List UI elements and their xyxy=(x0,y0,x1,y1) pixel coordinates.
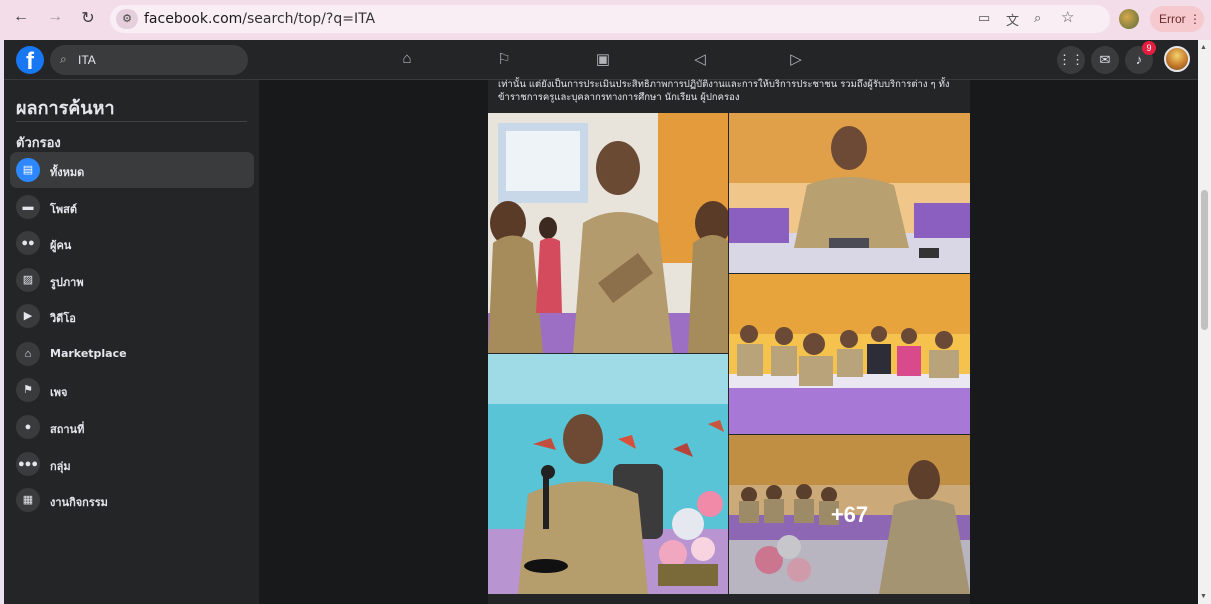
search-icon: ⌕ xyxy=(60,52,67,66)
post-photo-1[interactable] xyxy=(488,113,728,353)
more-photos-overlay[interactable]: +67 xyxy=(729,435,970,594)
browser-toolbar: ← → ↻ ⚙ facebook.com/search/top/?q=ITA ▭… xyxy=(0,0,1211,40)
sidebar-item-posts[interactable]: ▬ โพสต์ xyxy=(10,189,254,225)
search-query: ITA xyxy=(78,53,96,67)
divider xyxy=(16,121,247,122)
scrollbar-thumb[interactable] xyxy=(1201,190,1208,330)
photo-1-image xyxy=(488,113,728,353)
post-text: เท่านั้น แต่ยังเป็นการประเมินประสิทธิภาพ… xyxy=(498,79,950,103)
event-icon: ▦ xyxy=(16,488,40,512)
sidebar-item-photos[interactable]: ▨ รูปภาพ xyxy=(10,262,254,298)
sidebar-item-label: กลุ่ม xyxy=(50,460,71,473)
messenger-icon[interactable]: ✉ xyxy=(1091,46,1119,74)
browser-profile-avatar[interactable] xyxy=(1119,9,1139,29)
photo-3-image xyxy=(729,274,970,434)
site-info-icon[interactable]: ⚙ xyxy=(116,9,138,29)
photo-icon: ▨ xyxy=(16,268,40,292)
photo-2-image xyxy=(729,113,970,273)
kebab-menu-icon: ⋮ xyxy=(1189,12,1202,26)
filters-heading: ตัวกรอง xyxy=(16,136,61,151)
pages-flag-icon[interactable]: ⚐ xyxy=(494,50,514,70)
page-scrollbar[interactable]: ▲ ▼ xyxy=(1198,40,1211,604)
zoom-icon[interactable]: ⌕ xyxy=(1034,10,1041,26)
marketplace-icon: ⌂ xyxy=(16,342,40,366)
post-card: เท่านั้น แต่ยังเป็นการประเมินประสิทธิภาพ… xyxy=(488,79,970,604)
error-label: Error xyxy=(1159,12,1186,26)
marketplace-icon[interactable]: ▣ xyxy=(593,50,613,70)
post-photo-4[interactable] xyxy=(488,354,728,594)
translate-icon[interactable]: 文 xyxy=(1006,10,1019,29)
sidebar-item-marketplace[interactable]: ⌂ Marketplace xyxy=(10,336,254,372)
place-icon: ● xyxy=(16,415,40,439)
flag-icon: ⚑ xyxy=(16,378,40,402)
bookmark-star-icon[interactable]: ☆ xyxy=(1061,8,1074,26)
sidebar-item-label: งานกิจกรรม xyxy=(50,496,108,509)
people-icon: ●● xyxy=(16,231,40,255)
ads-megaphone-icon[interactable]: ◁ xyxy=(690,50,710,70)
url-path: /search/top/?q=ITA xyxy=(242,11,376,27)
error-button[interactable]: Error ⋮ xyxy=(1150,6,1204,32)
sidebar-item-pages[interactable]: ⚑ เพจ xyxy=(10,372,254,408)
page-title: ผลการค้นหา xyxy=(16,98,115,119)
sidebar-item-label: สถานที่ xyxy=(50,423,85,436)
facebook-logo-icon[interactable]: f xyxy=(16,46,44,74)
sidebar-item-label: โพสต์ xyxy=(50,203,78,216)
post-photo-5[interactable]: +67 xyxy=(729,435,970,594)
sidebar-item-label: Marketplace xyxy=(50,347,127,360)
groups-icon: ●●● xyxy=(16,452,40,476)
sidebar-item-all[interactable]: ▤ ทั้งหมด xyxy=(10,152,254,188)
cast-icon[interactable]: ▭ xyxy=(978,10,990,26)
sidebar-item-events[interactable]: ▦ งานกิจกรรม xyxy=(10,482,254,518)
sidebar-item-label: เพจ xyxy=(50,386,68,399)
reload-icon[interactable]: ↻ xyxy=(77,8,99,28)
url-text: facebook.com/search/top/?q=ITA xyxy=(144,11,375,27)
newsfeed-icon: ▤ xyxy=(16,158,40,182)
forward-icon[interactable]: → xyxy=(44,8,66,26)
scroll-up-icon[interactable]: ▲ xyxy=(1200,44,1207,51)
facebook-top-bar: f ⌕ ITA ⌂ ⚐ ▣ ◁ ▷ ⋮⋮ ✉ ♪ 9 xyxy=(4,40,1198,80)
search-sidebar: ผลการค้นหา ตัวกรอง ▤ ทั้งหมด ▬ โพสต์ ●● … xyxy=(4,80,259,604)
home-icon[interactable]: ⌂ xyxy=(397,50,417,70)
sidebar-item-label: ผู้คน xyxy=(50,239,72,252)
menu-grid-icon[interactable]: ⋮⋮ xyxy=(1057,46,1085,74)
photo-4-image xyxy=(488,354,728,594)
back-icon[interactable]: ← xyxy=(10,8,32,26)
sidebar-item-places[interactable]: ● สถานที่ xyxy=(10,409,254,445)
sidebar-item-label: วิดีโอ xyxy=(50,312,76,325)
sidebar-item-people[interactable]: ●● ผู้คน xyxy=(10,225,254,261)
account-avatar[interactable] xyxy=(1164,46,1190,72)
search-input[interactable]: ⌕ ITA xyxy=(50,45,248,75)
url-host: facebook.com xyxy=(144,11,243,27)
post-icon: ▬ xyxy=(16,195,40,219)
post-photo-3[interactable] xyxy=(729,274,970,434)
sidebar-item-groups[interactable]: ●●● กลุ่ม xyxy=(10,446,254,482)
scroll-down-icon[interactable]: ▼ xyxy=(1200,593,1207,600)
sidebar-item-label: ทั้งหมด xyxy=(50,166,85,179)
watch-video-icon[interactable]: ▷ xyxy=(786,50,806,70)
address-bar[interactable]: ⚙ facebook.com/search/top/?q=ITA ▭ 文 ⌕ ☆ xyxy=(110,5,1110,33)
sidebar-item-label: รูปภาพ xyxy=(50,276,84,289)
video-icon: ▶ xyxy=(16,304,40,328)
sidebar-item-videos[interactable]: ▶ วิดีโอ xyxy=(10,298,254,334)
notifications-badge: 9 xyxy=(1142,41,1156,55)
post-photo-2[interactable] xyxy=(729,113,970,273)
